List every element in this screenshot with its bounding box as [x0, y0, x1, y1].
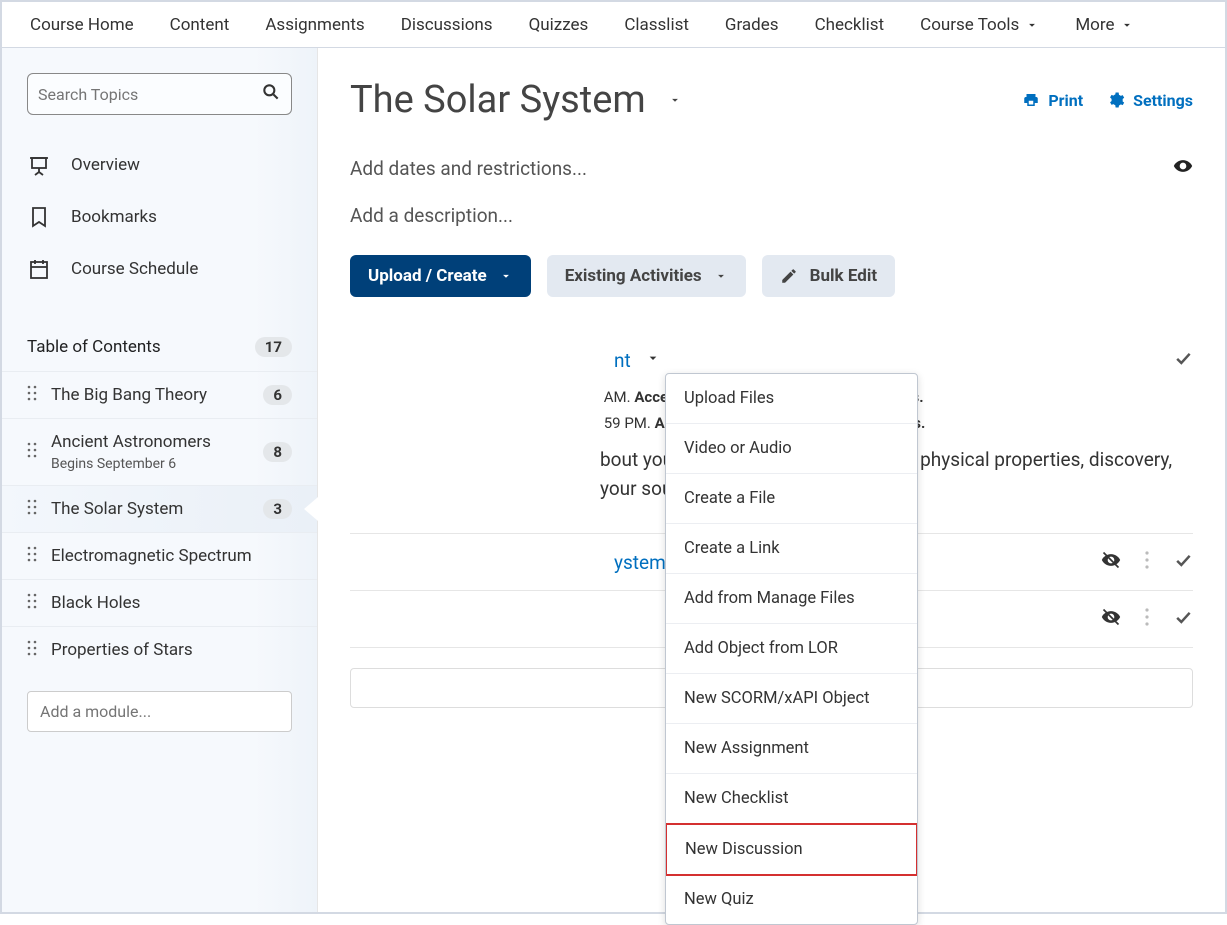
- bookmark-icon: [27, 205, 51, 229]
- settings-label: Settings: [1133, 91, 1193, 110]
- topic-link[interactable]: nt: [614, 349, 631, 372]
- nav-course-tools[interactable]: Course Tools: [902, 3, 1057, 47]
- dd-upload-files[interactable]: Upload Files: [666, 374, 917, 424]
- nav-discussions[interactable]: Discussions: [383, 3, 511, 47]
- module-count-badge: 6: [263, 385, 292, 405]
- dd-new-discussion[interactable]: New Discussion: [666, 823, 917, 876]
- sidebar-overview[interactable]: Overview: [2, 139, 317, 191]
- add-dates-link[interactable]: Add dates and restrictions...: [350, 157, 587, 180]
- sidebar-schedule[interactable]: Course Schedule: [2, 243, 317, 295]
- existing-label: Existing Activities: [565, 266, 702, 286]
- more-dots-icon[interactable]: [1145, 608, 1149, 630]
- chevron-down-icon[interactable]: [645, 350, 661, 370]
- dd-new-quiz[interactable]: New Quiz: [666, 875, 917, 924]
- dd-create-link[interactable]: Create a Link: [666, 524, 917, 574]
- presentation-icon: [27, 153, 51, 177]
- dd-scorm-object[interactable]: New SCORM/xAPI Object: [666, 674, 917, 724]
- chevron-down-icon: [1120, 18, 1134, 32]
- nav-content[interactable]: Content: [152, 3, 248, 47]
- module-count-badge: 8: [263, 442, 292, 462]
- search-icon[interactable]: [261, 82, 281, 106]
- chevron-down-icon: [714, 269, 728, 283]
- module-title: Black Holes: [51, 593, 292, 613]
- dd-video-audio[interactable]: Video or Audio: [666, 424, 917, 474]
- module-title: Electromagnetic Spectrum: [51, 546, 292, 566]
- module-title: The Solar System: [51, 499, 249, 519]
- module-title: Properties of Stars: [51, 640, 292, 660]
- print-button[interactable]: Print: [1022, 91, 1083, 110]
- chevron-down-icon: [1025, 18, 1039, 32]
- calendar-icon: [27, 257, 51, 281]
- gear-icon: [1107, 91, 1125, 109]
- module-solar-system[interactable]: The Solar System 3: [2, 485, 317, 532]
- check-icon[interactable]: [1173, 550, 1193, 574]
- upload-create-button[interactable]: Upload / Create: [350, 255, 531, 297]
- availability-end-time: 59 PM.: [604, 414, 651, 432]
- module-count-badge: 3: [263, 499, 292, 519]
- sidebar: Overview Bookmarks Course Schedule Table…: [2, 48, 318, 912]
- dd-lor-object[interactable]: Add Object from LOR: [666, 624, 917, 674]
- upload-create-dropdown: Upload Files Video or Audio Create a Fil…: [665, 373, 918, 925]
- dd-create-file[interactable]: Create a File: [666, 474, 917, 524]
- check-icon[interactable]: [1173, 348, 1193, 372]
- check-icon[interactable]: [1173, 607, 1193, 631]
- module-ancient-astronomers[interactable]: Ancient Astronomers Begins September 6 8: [2, 418, 317, 485]
- table-of-contents[interactable]: Table of Contents 17: [2, 323, 317, 371]
- sidebar-bookmarks-label: Bookmarks: [71, 207, 157, 227]
- nav-classlist[interactable]: Classlist: [606, 3, 707, 47]
- toc-label: Table of Contents: [27, 337, 161, 357]
- page-title-text: The Solar System: [350, 78, 646, 122]
- more-dots-icon[interactable]: [1145, 551, 1149, 573]
- add-module-input[interactable]: [27, 691, 292, 732]
- drag-handle-icon[interactable]: [27, 593, 37, 613]
- drag-handle-icon[interactable]: [27, 385, 37, 405]
- search-input[interactable]: [38, 85, 261, 104]
- sidebar-overview-label: Overview: [71, 155, 140, 175]
- navbar: Course Home Content Assignments Discussi…: [2, 2, 1225, 48]
- nav-grades[interactable]: Grades: [707, 3, 797, 47]
- dd-manage-files[interactable]: Add from Manage Files: [666, 574, 917, 624]
- drag-handle-icon[interactable]: [27, 499, 37, 519]
- nav-assignments[interactable]: Assignments: [247, 3, 382, 47]
- chevron-down-icon[interactable]: [668, 93, 682, 107]
- module-black-holes[interactable]: Black Holes: [2, 579, 317, 626]
- nav-more-label: More: [1075, 15, 1114, 35]
- module-title: Ancient Astronomers: [51, 432, 249, 452]
- pencil-icon: [780, 267, 798, 285]
- dd-new-assignment[interactable]: New Assignment: [666, 724, 917, 774]
- nav-course-home[interactable]: Course Home: [12, 3, 152, 47]
- sidebar-schedule-label: Course Schedule: [71, 259, 198, 279]
- dd-new-checklist[interactable]: New Checklist: [666, 774, 917, 824]
- module-properties-stars[interactable]: Properties of Stars: [2, 626, 317, 673]
- hidden-eye-icon[interactable]: [1101, 607, 1121, 631]
- toc-count-badge: 17: [255, 337, 292, 357]
- nav-quizzes[interactable]: Quizzes: [511, 3, 607, 47]
- search-wrap: [27, 73, 292, 115]
- existing-activities-button[interactable]: Existing Activities: [547, 255, 746, 297]
- sidebar-bookmarks[interactable]: Bookmarks: [2, 191, 317, 243]
- module-big-bang[interactable]: The Big Bang Theory 6: [2, 371, 317, 418]
- drag-handle-icon[interactable]: [27, 640, 37, 660]
- nav-checklist[interactable]: Checklist: [797, 3, 903, 47]
- bulk-edit-button[interactable]: Bulk Edit: [762, 255, 895, 297]
- drag-handle-icon[interactable]: [27, 442, 37, 462]
- availability-start-time: AM.: [604, 388, 631, 406]
- eye-icon[interactable]: [1173, 156, 1193, 180]
- add-description-link[interactable]: Add a description...: [350, 204, 1193, 227]
- module-electromagnetic[interactable]: Electromagnetic Spectrum: [2, 532, 317, 579]
- print-label: Print: [1048, 91, 1083, 110]
- module-title: The Big Bang Theory: [51, 385, 249, 405]
- chevron-down-icon: [499, 269, 513, 283]
- bulk-label: Bulk Edit: [810, 266, 877, 286]
- nav-course-tools-label: Course Tools: [920, 15, 1019, 35]
- settings-button[interactable]: Settings: [1107, 91, 1193, 110]
- page-title[interactable]: The Solar System: [350, 78, 682, 122]
- content-area: The Solar System Print Settings Add date…: [318, 48, 1225, 912]
- hidden-eye-icon[interactable]: [1101, 550, 1121, 574]
- drag-handle-icon[interactable]: [27, 546, 37, 566]
- nav-more[interactable]: More: [1057, 3, 1152, 47]
- upload-create-label: Upload / Create: [368, 266, 487, 286]
- module-subtitle: Begins September 6: [51, 456, 249, 472]
- print-icon: [1022, 91, 1040, 109]
